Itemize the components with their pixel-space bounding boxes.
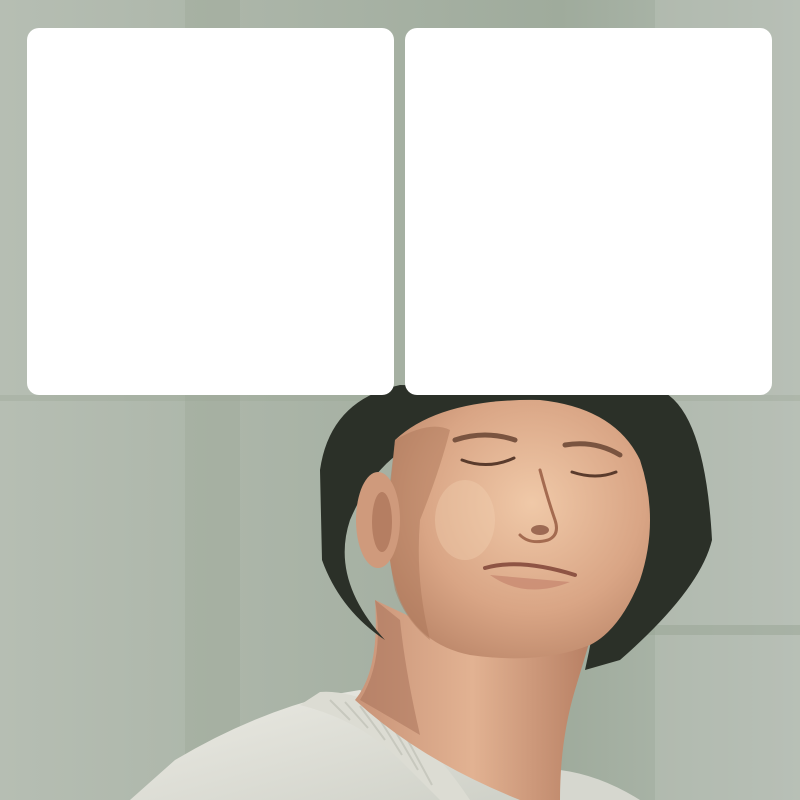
- nostril: [531, 525, 549, 535]
- ear-inner: [372, 492, 392, 552]
- photo-canvas: [0, 0, 800, 800]
- overlay-panel-right: [405, 28, 772, 395]
- cheek-highlight: [435, 480, 495, 560]
- wall-ledge: [640, 625, 800, 635]
- overlay-panel-left: [27, 28, 394, 395]
